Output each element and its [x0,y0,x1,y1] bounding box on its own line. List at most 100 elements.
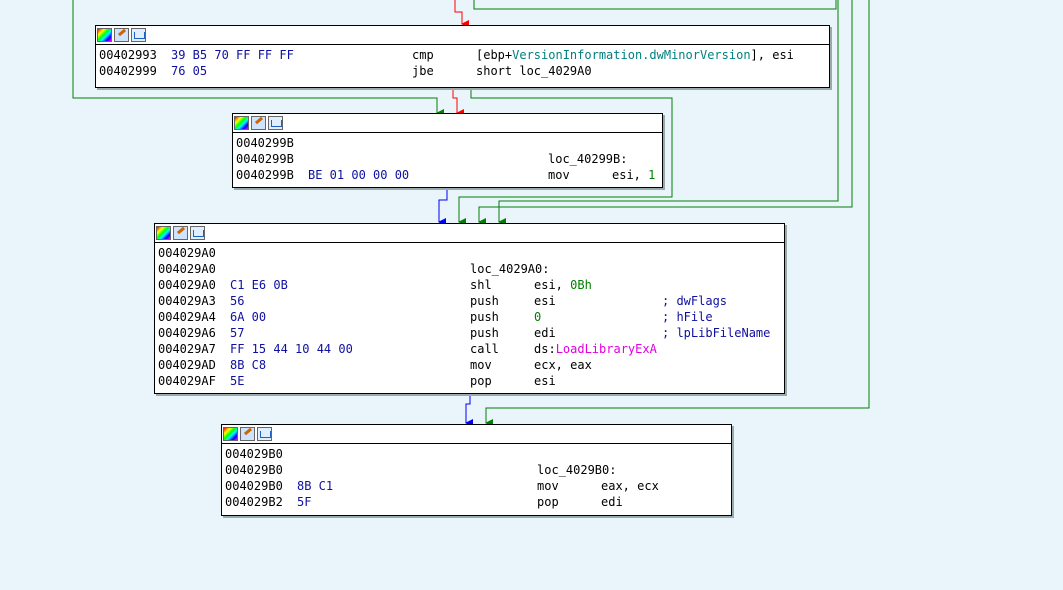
asm-line[interactable]: 004029A0 C1 E6 0B shl esi, 0Bh [158,277,784,293]
edit-node-icon[interactable] [240,427,255,441]
edge-true [473,0,837,10]
opcode-bytes: 76 05 [171,64,208,78]
mnemonic: mov [548,168,570,182]
mnemonic: shl [470,278,492,292]
opcode-bytes: 6A 00 [230,310,267,324]
operand: ], esi [750,48,794,62]
opcode-bytes: 5F [297,495,312,509]
code-label[interactable]: loc_4029B0: [537,462,616,478]
mnemonic: call [470,342,499,356]
mnemonic: mov [470,358,492,372]
address: 004029B2 [225,495,283,509]
edit-node-icon[interactable] [251,116,266,130]
edit-node-icon[interactable] [173,226,188,240]
graph-overview-icon[interactable] [131,28,146,42]
jump-target-operand[interactable]: short loc_4029A0 [476,63,592,79]
comment: ; hFile [662,310,713,324]
asm-line[interactable]: 00402999 76 05 jbe short loc_4029A0 [99,63,829,79]
code-block-402993[interactable]: 00402993 39 B5 70 FF FF FF cmp [ebp+Vers… [95,25,830,88]
opcode-bytes: 56 [230,294,245,308]
graph-overview-icon[interactable] [257,427,272,441]
address: 004029B0 [225,463,283,477]
immediate-value: 0 [534,310,542,324]
import-function[interactable]: LoadLibraryExA [556,342,657,356]
graph-overview-icon[interactable] [190,226,205,240]
opcode-bytes: FF 15 44 10 44 00 [230,342,353,356]
color-palette-icon[interactable] [234,116,249,130]
opcode-bytes: 5E [230,374,245,388]
address: 004029A3 [158,294,216,308]
asm-line[interactable]: 004029A7 FF 15 44 10 44 00 call ds:LoadL… [158,341,784,357]
address: 004029A0 [158,246,216,260]
edit-node-icon[interactable] [114,28,129,42]
asm-line[interactable]: 004029B0 [225,446,731,462]
address: 004029AD [158,358,216,372]
address: 004029AF [158,374,216,388]
color-palette-icon[interactable] [223,427,238,441]
edge-uncond [465,392,473,427]
opcode-bytes: C1 E6 0B [230,278,288,292]
asm-line[interactable]: 004029A4 6A 00 push 0 ; hFile [158,309,784,325]
asm-line[interactable]: 004029A6 57 push edi ; lpLibFileName [158,325,784,341]
code-label[interactable]: loc_4029A0: [470,261,549,277]
immediate-value: 1 [648,168,656,182]
address: 004029A0 [158,278,216,292]
code-label[interactable]: loc_40299B: [548,151,627,167]
address: 0040299B [236,168,294,182]
operand: esi, [612,168,649,182]
code-block-4029A0[interactable]: 004029A0 004029A0 loc_4029A0: 004029A0 C… [154,223,785,394]
block-header [155,224,784,243]
comment: ; dwFlags [662,294,728,308]
edge-false [454,0,469,28]
address: 004029A6 [158,326,216,340]
immediate-value: 0Bh [570,278,592,292]
address: 0040299B [236,152,294,166]
mnemonic: pop [537,495,559,509]
comment: ; lpLibFileName [662,326,771,340]
mnemonic: push [470,294,499,308]
asm-line[interactable]: 004029AD 8B C8 mov ecx, eax [158,357,784,373]
operand: esi, [534,278,571,292]
opcode-bytes: 39 B5 70 FF FF FF [171,48,294,62]
struct-field[interactable]: VersionInformation.dwMinorVersion [512,48,750,62]
block-header [96,26,829,45]
asm-line[interactable]: 004029AF 5E pop esi [158,373,784,389]
address: 0040299B [236,136,294,150]
opcode-bytes: 57 [230,326,245,340]
asm-line[interactable]: 0040299B BE 01 00 00 00 mov esi, 1 [236,167,662,183]
operand: edi [601,495,623,509]
mnemonic: jbe [412,64,434,78]
operand: ds: [534,342,556,356]
edge-false [452,86,464,117]
asm-line[interactable]: 0040299B [236,135,662,151]
mnemonic: cmp [412,48,434,62]
code-block-4029B0[interactable]: 004029B0 004029B0 loc_4029B0: 004029B0 8… [221,424,732,516]
address: 004029A0 [158,262,216,276]
asm-line[interactable]: 0040299B loc_40299B: [236,151,662,167]
opcode-bytes: 8B C1 [297,479,334,493]
operand: esi [534,294,556,308]
color-palette-icon[interactable] [97,28,112,42]
address: 004029B0 [225,479,283,493]
mnemonic: push [470,310,499,324]
opcode-bytes: BE 01 00 00 00 [308,168,410,182]
edge-uncond [438,187,448,226]
operand: ecx, eax [534,358,592,372]
color-palette-icon[interactable] [156,226,171,240]
asm-line[interactable]: 004029B0 loc_4029B0: [225,462,731,478]
operand: esi [534,374,556,388]
asm-line[interactable]: 004029B0 8B C1 mov eax, ecx [225,478,731,494]
mnemonic: pop [470,374,492,388]
asm-line[interactable]: 004029B2 5F pop edi [225,494,731,510]
block-header [222,425,731,444]
asm-line[interactable]: 00402993 39 B5 70 FF FF FF cmp [ebp+Vers… [99,47,829,63]
operand: edi [534,326,556,340]
code-block-40299B[interactable]: 0040299B 0040299B loc_40299B: 0040299B B… [232,113,663,188]
address: 00402999 [99,64,157,78]
asm-line[interactable]: 004029A0 [158,245,784,261]
asm-line[interactable]: 004029A3 56 push esi ; dwFlags [158,293,784,309]
address: 00402993 [99,48,157,62]
asm-line[interactable]: 004029A0 loc_4029A0: [158,261,784,277]
operand: [ebp+ [476,48,513,62]
graph-overview-icon[interactable] [268,116,283,130]
